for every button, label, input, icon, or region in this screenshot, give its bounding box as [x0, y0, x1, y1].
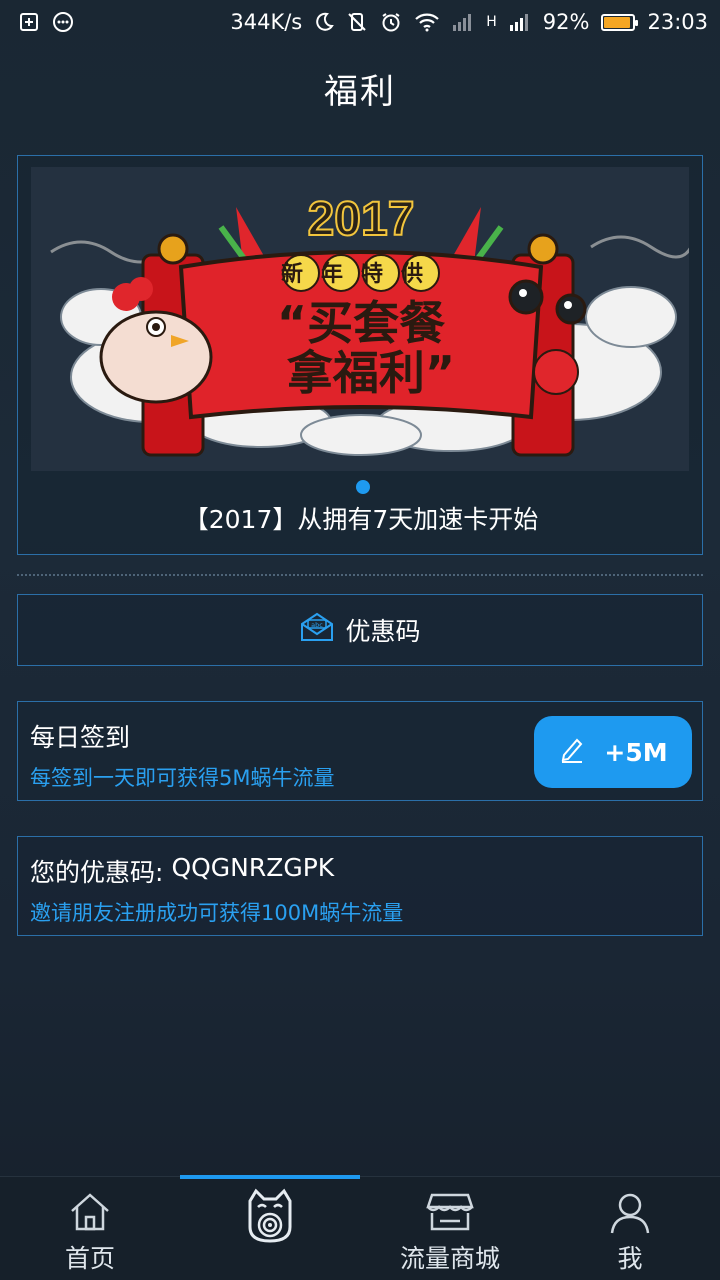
svg-text:abc: abc [312, 621, 324, 629]
nav-label-me: 我 [617, 1244, 643, 1273]
status-right: 344K/s H 92% 23:03 [230, 10, 708, 34]
banner-line1-text: “买套餐 [277, 296, 446, 350]
snail-cat-icon [242, 1187, 298, 1251]
nav-item-store[interactable]: 流量商城 [360, 1177, 540, 1280]
home-icon [68, 1191, 112, 1239]
banner-illustration: 2017 新年特供 “买套餐 拿福利” [50, 192, 689, 457]
page-title: 福利 [324, 72, 396, 112]
banner-year-text: 2017 [308, 193, 415, 246]
wifi-icon [414, 12, 440, 32]
battery-fill [604, 16, 631, 28]
pen-icon [558, 735, 586, 769]
status-bar: 344K/s H 92% 23:03 [0, 0, 720, 44]
more-notifications-icon [52, 11, 74, 33]
signal-sim2-icon [509, 12, 531, 32]
promo-code-line: 您的优惠码: QQGNRZGPK [30, 853, 334, 889]
banner-caption[interactable]: 【2017】从拥有7天加速卡开始 [18, 500, 704, 536]
battery-icon [601, 13, 639, 31]
coupon-code-button[interactable]: abc 优惠码 [17, 594, 703, 666]
signin-title: 每日签到 [30, 723, 131, 752]
vibrate-off-icon [346, 11, 368, 33]
banner-card[interactable]: 2017 新年特供 “买套餐 拿福利” 【2017】从拥有7天加速卡开始 [17, 155, 703, 555]
battery-percent: 92% [542, 10, 590, 34]
carousel-indicator-dot[interactable] [356, 480, 370, 494]
battery-saver-icon [18, 11, 40, 33]
moon-icon [314, 12, 335, 32]
daily-signin-card: 每日签到 每签到一天即可获得5M蜗牛流量 +5M [17, 701, 703, 801]
promo-code-label: 您的优惠码: [30, 858, 164, 887]
promo-code-value[interactable]: QQGNRZGPK [171, 853, 334, 889]
user-icon [608, 1191, 652, 1241]
banner-tag-text: 新年特供 [281, 261, 441, 287]
nav-item-snail[interactable] [180, 1177, 360, 1280]
signin-description: 每签到一天即可获得5M蜗牛流量 [30, 766, 335, 790]
store-icon [426, 1191, 474, 1239]
signin-button[interactable]: +5M [534, 716, 692, 788]
banner-image[interactable]: 2017 新年特供 “买套餐 拿福利” [31, 167, 689, 471]
alarm-icon [380, 11, 402, 33]
invite-code-card: 您的优惠码: QQGNRZGPK 邀请朋友注册成功可获得100M蜗牛流量 [17, 836, 703, 936]
dotted-divider [17, 574, 703, 576]
bottom-nav: 首页 流量商城 我 [0, 1175, 720, 1280]
network-type: H [486, 14, 497, 30]
coupon-code-label: 优惠码 [345, 617, 421, 646]
invite-description: 邀请朋友注册成功可获得100M蜗牛流量 [30, 901, 404, 925]
net-speed: 344K/s [230, 10, 303, 34]
nav-label-home: 首页 [64, 1244, 115, 1273]
abc-envelope-icon: abc [299, 612, 335, 648]
clock: 23:03 [647, 10, 708, 34]
banner-line2-text: 拿福利” [286, 346, 455, 400]
nav-label-store: 流量商城 [399, 1244, 500, 1273]
nav-item-home[interactable]: 首页 [0, 1177, 180, 1280]
signal-sim1-icon [452, 12, 474, 32]
status-left [18, 11, 74, 33]
nav-item-me[interactable]: 我 [540, 1177, 720, 1280]
signin-button-label: +5M [604, 737, 668, 767]
